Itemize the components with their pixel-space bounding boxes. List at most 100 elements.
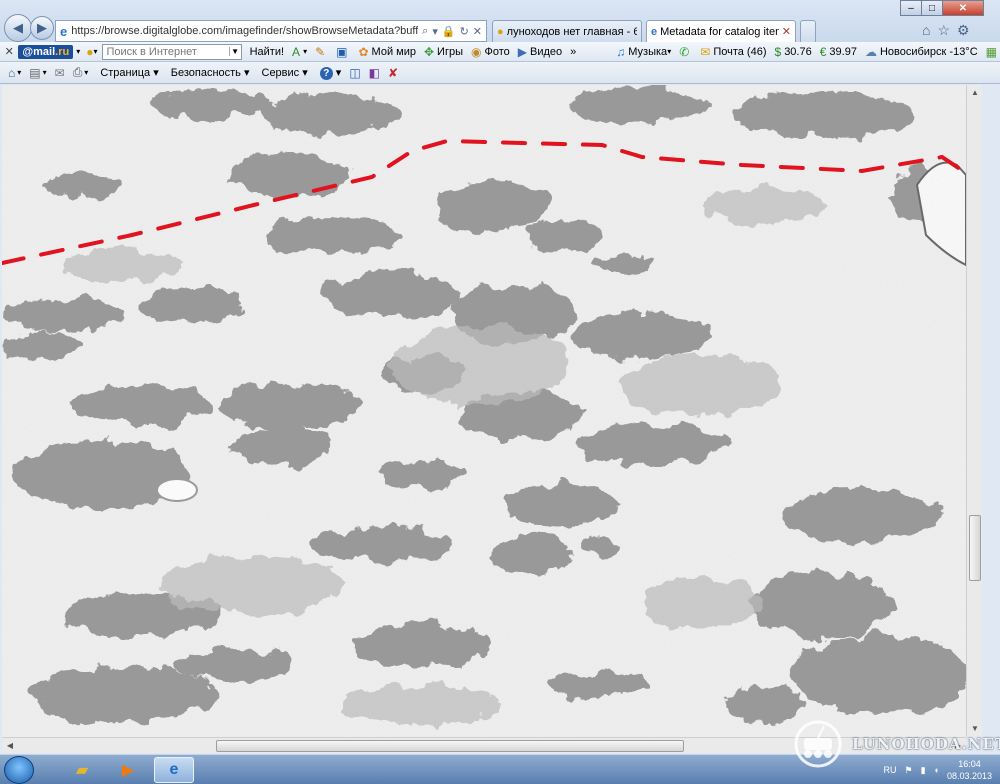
- research-icon[interactable]: ◫: [349, 66, 360, 80]
- photo-icon: ◉: [471, 44, 482, 59]
- find-button[interactable]: Найти!: [250, 46, 284, 58]
- maximize-button[interactable]: □: [921, 0, 943, 16]
- logo-prefix: @mail: [22, 45, 56, 58]
- map-button[interactable]: ▦: [986, 45, 1000, 59]
- dropdown-arrow-icon: ▾: [303, 47, 308, 56]
- music-link[interactable]: ♫ Музыка ▾: [616, 45, 671, 59]
- taskbar-explorer-button[interactable]: ▰: [62, 757, 102, 783]
- pen-button[interactable]: ✎: [315, 45, 328, 59]
- refresh-icon[interactable]: ↻: [460, 25, 469, 38]
- moy-mir-link[interactable]: ✿ Мой мир: [358, 45, 416, 59]
- ie-page-icon: e: [60, 23, 68, 39]
- home-icon[interactable]: ⌂: [922, 22, 930, 39]
- mail-link[interactable]: ✉ Почта (46): [700, 45, 766, 59]
- clipboard-button[interactable]: ▣: [336, 45, 350, 59]
- stop-icon[interactable]: ✕: [473, 25, 482, 38]
- moy-mir-label: Мой мир: [371, 45, 416, 58]
- back-button[interactable]: ◀: [4, 14, 32, 42]
- menu-safety[interactable]: Безопасность ▾: [171, 66, 250, 79]
- search-input[interactable]: Поиск в Интернет ▼: [101, 43, 242, 60]
- title-bar: ◀ ▶ e https://browse.digitalglobe.com/im…: [0, 0, 1000, 42]
- tab-lunokhod-search[interactable]: ● луноходов нет главная - 68 т...: [492, 20, 642, 42]
- satellite-image-viewport[interactable]: [2, 85, 966, 737]
- taskbar-ie-button[interactable]: e: [154, 757, 194, 783]
- dropdown-arrow-icon: ▾: [667, 47, 672, 56]
- help-button[interactable]: ? ▾: [319, 66, 341, 80]
- tab-close-icon[interactable]: ✕: [782, 25, 791, 38]
- rss-icon[interactable]: ▤: [29, 66, 40, 80]
- dropdown-arrow-icon[interactable]: ▾: [17, 68, 21, 77]
- menu-page-label: Страница: [100, 67, 151, 79]
- tab-label: Metadata for catalog item 1...: [660, 25, 779, 38]
- forward-arrow-icon: ▶: [37, 20, 47, 35]
- site-watermark: LUNOHODA.NET: [790, 718, 1000, 770]
- ie-icon: e: [651, 25, 658, 38]
- browser-window: ◀ ▶ e https://browse.digitalglobe.com/im…: [0, 0, 1000, 784]
- weather-link[interactable]: ☁ Новосибирск -13°C: [865, 45, 978, 59]
- mail-small-icon[interactable]: ✉: [55, 66, 65, 80]
- euro-icon: €: [819, 44, 827, 59]
- more-chevron[interactable]: »: [570, 46, 576, 58]
- forward-button[interactable]: ▶: [30, 16, 54, 40]
- games-icon: ✥: [423, 44, 435, 59]
- dropdown-arrow-icon[interactable]: ▾: [432, 25, 438, 38]
- close-toolbar-icon[interactable]: ✕: [0, 45, 18, 58]
- agent-link[interactable]: ✆: [679, 45, 692, 59]
- vertical-scrollbar[interactable]: ▲ ▼: [966, 85, 982, 737]
- start-button[interactable]: [4, 756, 34, 784]
- minimize-button[interactable]: –: [900, 0, 922, 16]
- dollar-icon: $: [774, 44, 782, 59]
- dropdown-arrow-icon[interactable]: ▾: [76, 47, 80, 56]
- url-text[interactable]: https://browse.digitalglobe.com/imagefin…: [71, 25, 418, 37]
- dropdown-arrow-icon[interactable]: ▾: [43, 68, 47, 77]
- search-dropdown-icon[interactable]: ▼: [228, 47, 241, 56]
- onenote-icon[interactable]: ◧: [369, 66, 380, 80]
- scroll-up-arrow-icon[interactable]: ▲: [967, 85, 983, 101]
- dropdown-arrow-icon[interactable]: ▾: [84, 68, 88, 77]
- horizontal-scroll-thumb[interactable]: [216, 740, 684, 752]
- mailru-logo[interactable]: @mail.ru: [18, 44, 74, 59]
- games-link[interactable]: ✥ Игры: [424, 45, 463, 59]
- pen-icon: ✎: [315, 44, 326, 59]
- usd-rate[interactable]: $30.76: [775, 45, 812, 59]
- search-placeholder: Поиск в Интернет: [106, 45, 197, 58]
- clock-date: 08.03.2013: [946, 771, 992, 781]
- search-engine-icon[interactable]: ●: [86, 45, 93, 59]
- new-tab-button[interactable]: [800, 20, 816, 42]
- usd-value: 30.76: [784, 45, 812, 58]
- video-link[interactable]: ▶ Видео: [518, 45, 562, 59]
- highlight-button[interactable]: A ▾: [292, 45, 307, 59]
- music-icon: ♫: [616, 44, 626, 59]
- moy-mir-icon: ✿: [358, 44, 369, 59]
- search-yellow-icon: ●: [497, 25, 504, 38]
- folder-icon: ▰: [75, 762, 89, 779]
- photo-link[interactable]: ◉ Фото: [471, 45, 510, 59]
- music-label: Музыка: [628, 45, 668, 58]
- home-small-icon[interactable]: ⌂: [8, 66, 15, 80]
- dropdown-arrow-icon[interactable]: ▾: [93, 47, 97, 56]
- tab-metadata[interactable]: e Metadata for catalog item 1... ✕: [646, 20, 796, 42]
- lock-icon[interactable]: 🔒: [442, 25, 456, 38]
- scroll-left-arrow-icon[interactable]: ◀: [2, 738, 18, 754]
- taskbar-media-player-button[interactable]: ▶: [108, 757, 148, 783]
- mail-label: Почта (46): [713, 45, 767, 58]
- translate-icon[interactable]: ✘: [388, 66, 398, 80]
- mailru-toolbar: ✕ @mail.ru ▾ ● ▾ Поиск в Интернет ▼ Найт…: [0, 42, 1000, 62]
- satellite-image: [2, 85, 966, 737]
- menu-page[interactable]: Страница ▾: [100, 66, 158, 79]
- favorites-star-icon[interactable]: ☆: [937, 22, 950, 39]
- search-icon[interactable]: ⌕: [422, 25, 428, 38]
- clipboard-icon: ▣: [336, 44, 348, 59]
- weather-icon: ☁: [864, 44, 877, 59]
- close-button[interactable]: ✕: [942, 0, 984, 16]
- highlight-icon: A: [292, 44, 301, 59]
- lunokhod-logo: [794, 720, 842, 768]
- media-player-icon: ▶: [121, 762, 135, 779]
- map-icon: ▦: [985, 44, 997, 59]
- vertical-scroll-thumb[interactable]: [969, 515, 981, 581]
- address-bar[interactable]: e https://browse.digitalglobe.com/imagef…: [55, 20, 487, 42]
- eur-rate[interactable]: €39.97: [820, 45, 857, 59]
- print-icon[interactable]: ⎙: [73, 65, 83, 80]
- gear-icon[interactable]: ⚙: [957, 22, 970, 39]
- menu-tools[interactable]: Сервис ▾: [262, 66, 308, 79]
